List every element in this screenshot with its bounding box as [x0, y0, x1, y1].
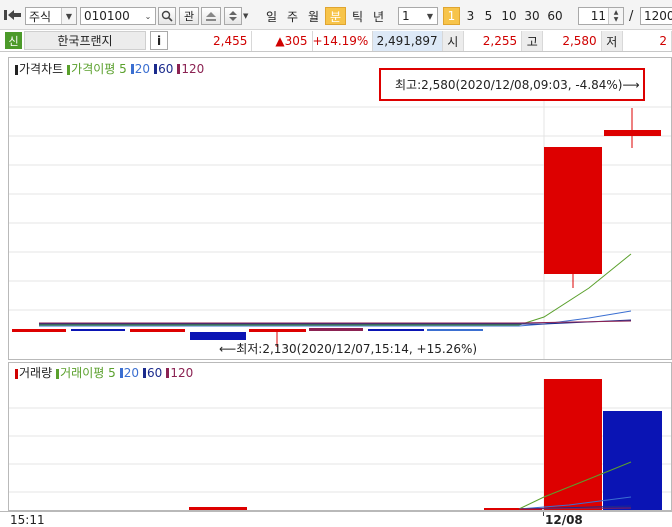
period-tab[interactable]: 틱: [348, 7, 367, 25]
total-count-input[interactable]: 1200: [640, 7, 672, 25]
low-annotation: ⟵최저:2,130(2020/12/07,15:14, +15.26%): [219, 342, 477, 356]
price-moving-averages: [39, 253, 632, 327]
quote-cells: 2,455 ▲305 +14.19% 2,491,897 시 2,255 고 2…: [172, 31, 672, 51]
interval-tab[interactable]: 3: [463, 7, 478, 25]
stepper-updown-button[interactable]: [224, 7, 242, 25]
ma5-line: [39, 253, 632, 326]
period-tabs: 일주월분틱년: [262, 7, 392, 25]
info-button[interactable]: i: [150, 31, 168, 50]
volume-bars: [189, 379, 662, 510]
open-price: 2,255: [464, 31, 523, 51]
high-price: 2,580: [543, 31, 602, 51]
interval-tab[interactable]: 30: [522, 7, 542, 25]
chevron-down-icon: ⌄: [141, 8, 155, 24]
current-price: 2,455: [172, 31, 253, 51]
price-candles: [12, 108, 661, 347]
search-icon: [161, 10, 173, 22]
stock-name[interactable]: 한국프랜지: [24, 31, 146, 50]
interval-select-value: 1: [402, 9, 410, 23]
interest-button[interactable]: 관: [179, 7, 199, 25]
ma120-line: [39, 320, 632, 324]
credit-badge: 신: [5, 32, 22, 49]
price-chart-panel[interactable]: 가격차트 가격이평 5 20 60 120 ⟵최저:2,130(2020/12/…: [8, 57, 672, 360]
quick-interval-tabs: 1 3 5 10 30 60: [443, 7, 569, 25]
quote-bar: 신 한국프랜지 i 2,455 ▲305 +14.19% 2,491,897 시…: [0, 30, 672, 52]
search-button[interactable]: [158, 7, 176, 25]
chevron-down-icon: ▼: [423, 8, 437, 24]
total-count-value: 1200: [644, 9, 672, 23]
chevron-down-icon: ▼: [61, 8, 76, 24]
high-annotation-box: 최고:2,580(2020/12/08,09:03, -4.84%)⟶: [379, 68, 645, 101]
data-count-value: 11: [590, 9, 606, 23]
high-label: 고: [522, 31, 544, 51]
interval-tab[interactable]: 1: [443, 7, 460, 25]
market-select[interactable]: 주식 ▼: [25, 7, 77, 25]
eject-icon: [206, 12, 216, 21]
stock-code-input[interactable]: 010100 ⌄: [80, 7, 156, 25]
stock-code-value: 010100: [84, 9, 130, 23]
price-change: ▲305: [252, 31, 313, 51]
price-change-percent: +14.19%: [313, 31, 374, 51]
info-button-label: i: [156, 33, 162, 48]
chart-toolbar: 주식 ▼ 010100 ⌄ 관 ▼ 일주월분틱년 1 ▼ 1 3 5 10 30 60 1…: [0, 0, 672, 30]
interval-select[interactable]: 1 ▼: [398, 7, 438, 25]
volume-chart-canvas[interactable]: [9, 363, 671, 510]
interval-tab[interactable]: 5: [481, 7, 496, 25]
low-price: 2: [623, 31, 672, 51]
axis-label-date: 12/08: [545, 513, 583, 527]
eject-button[interactable]: [201, 7, 221, 25]
link-arrow-icon[interactable]: [4, 7, 22, 23]
interval-tab[interactable]: 60: [545, 7, 565, 25]
volume-chart-panel[interactable]: 거래량 거래이평 5 20 60 120: [8, 362, 672, 511]
high-annotation: 최고:2,580(2020/12/08,09:03, -4.84%)⟶: [395, 78, 640, 92]
interval-tab[interactable]: 10: [499, 7, 519, 25]
data-count-input[interactable]: 11 ▲ ▼: [578, 7, 624, 25]
updown-icon: [229, 11, 237, 21]
market-select-value: 주식: [29, 9, 52, 24]
period-tab[interactable]: 일: [262, 7, 281, 25]
axis-label-start: 15:11: [10, 513, 45, 527]
credit-badge-text: 신: [8, 34, 19, 48]
period-tab[interactable]: 분: [325, 7, 346, 25]
open-label: 시: [442, 31, 464, 51]
trade-volume: 2,491,897: [373, 31, 443, 51]
low-label: 저: [601, 31, 623, 51]
stock-name-text: 한국프랜지: [57, 34, 113, 48]
chevron-down-icon[interactable]: ▼: [243, 12, 251, 20]
spin-icon[interactable]: ▲ ▼: [608, 8, 623, 24]
interest-button-label: 관: [183, 10, 195, 23]
period-tab[interactable]: 월: [304, 7, 323, 25]
count-separator: /: [629, 9, 634, 24]
time-axis: 15:11 12/08: [0, 511, 672, 527]
period-tab[interactable]: 주: [283, 7, 302, 25]
axis-tick: [543, 512, 544, 516]
price-chart-canvas[interactable]: ⟵최저:2,130(2020/12/07,15:14, +15.26%): [9, 58, 671, 359]
period-tab[interactable]: 년: [369, 7, 388, 25]
